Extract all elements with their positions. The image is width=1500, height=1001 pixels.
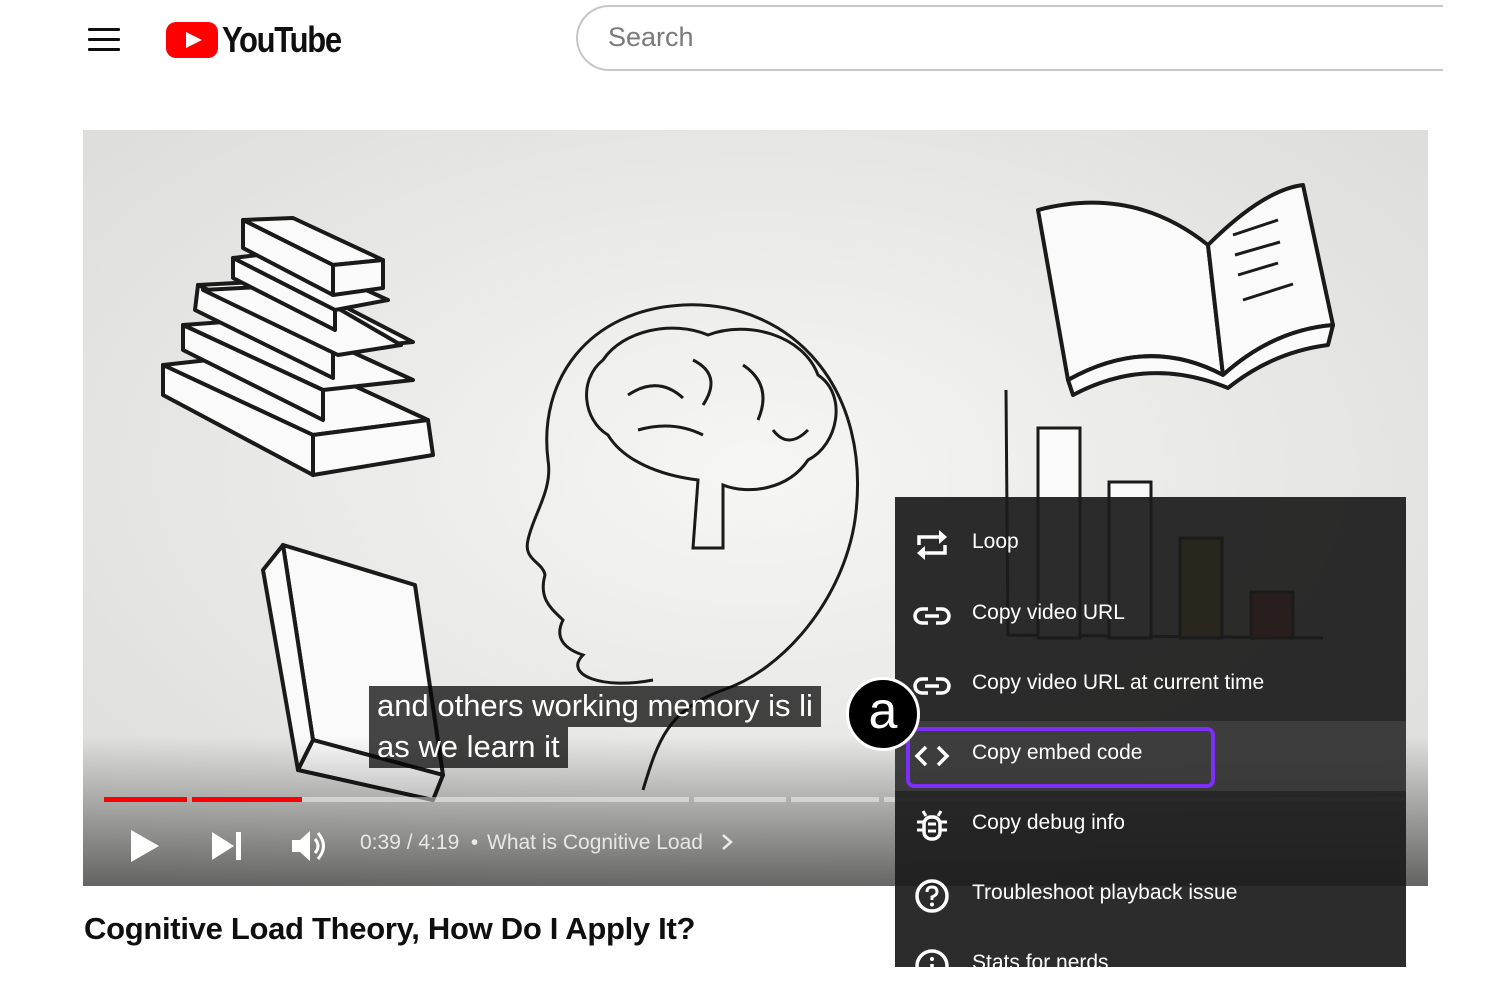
chapter-title-button[interactable]: What is Cognitive Load [487,831,735,855]
video-captions: and others working memory is li as we le… [369,686,821,768]
link-icon [913,677,951,695]
info-icon [915,949,949,983]
chapter-separator: • [470,831,479,854]
logo-wordmark: YouTube [222,19,342,60]
play-icon[interactable] [129,828,161,864]
progress-chapter-segment[interactable] [104,797,187,802]
menu-item-label: Stats for nerds [972,951,1109,974]
video-title: Cognitive Load Theory, How Do I Apply It… [84,911,696,946]
search-input[interactable] [606,21,1430,54]
youtube-play-logo-icon [166,22,218,58]
bug-icon [917,810,947,841]
progress-chapter-segment[interactable] [192,797,302,802]
menu-item-label: Copy video URL [972,601,1125,624]
volume-icon[interactable] [290,828,328,864]
chapter-title: What is Cognitive Load [487,831,703,854]
menu-item-label: Troubleshoot playback issue [972,881,1238,904]
link-icon [913,607,951,625]
menu-item-stats-for-nerds[interactable]: Stats for nerds [895,931,1406,1001]
menu-item-label: Copy video URL at current time [972,671,1265,694]
menu-item-troubleshoot[interactable]: Troubleshoot playback issue [895,861,1406,931]
time-display: 0:39 / 4:19 • [360,831,479,854]
progress-chapter-segment[interactable] [791,797,879,802]
youtube-logo[interactable]: YouTube [166,19,360,60]
caption-line-1: and others working memory is li [369,686,821,727]
menu-item-copy-video-url-at-time[interactable]: Copy video URL at current time [895,651,1406,721]
chevron-right-icon [721,834,733,850]
help-icon [915,879,949,913]
loop-icon [917,530,947,560]
progress-chapter-segment[interactable] [302,797,689,802]
search-box[interactable] [576,5,1476,71]
menu-item-copy-debug-info[interactable]: Copy debug info [895,791,1406,861]
menu-item-loop[interactable]: Loop [895,510,1406,580]
annotation-badge: a [846,677,920,751]
progress-chapter-segment[interactable] [694,797,786,802]
highlight-outline [906,727,1215,788]
caption-line-2: as we learn it [369,727,568,768]
menu-item-label: Loop [972,530,1019,553]
menu-item-copy-video-url[interactable]: Copy video URL [895,581,1406,651]
next-icon[interactable] [210,830,244,862]
menu-hamburger-icon[interactable] [86,26,122,54]
menu-item-label: Copy debug info [972,811,1125,834]
